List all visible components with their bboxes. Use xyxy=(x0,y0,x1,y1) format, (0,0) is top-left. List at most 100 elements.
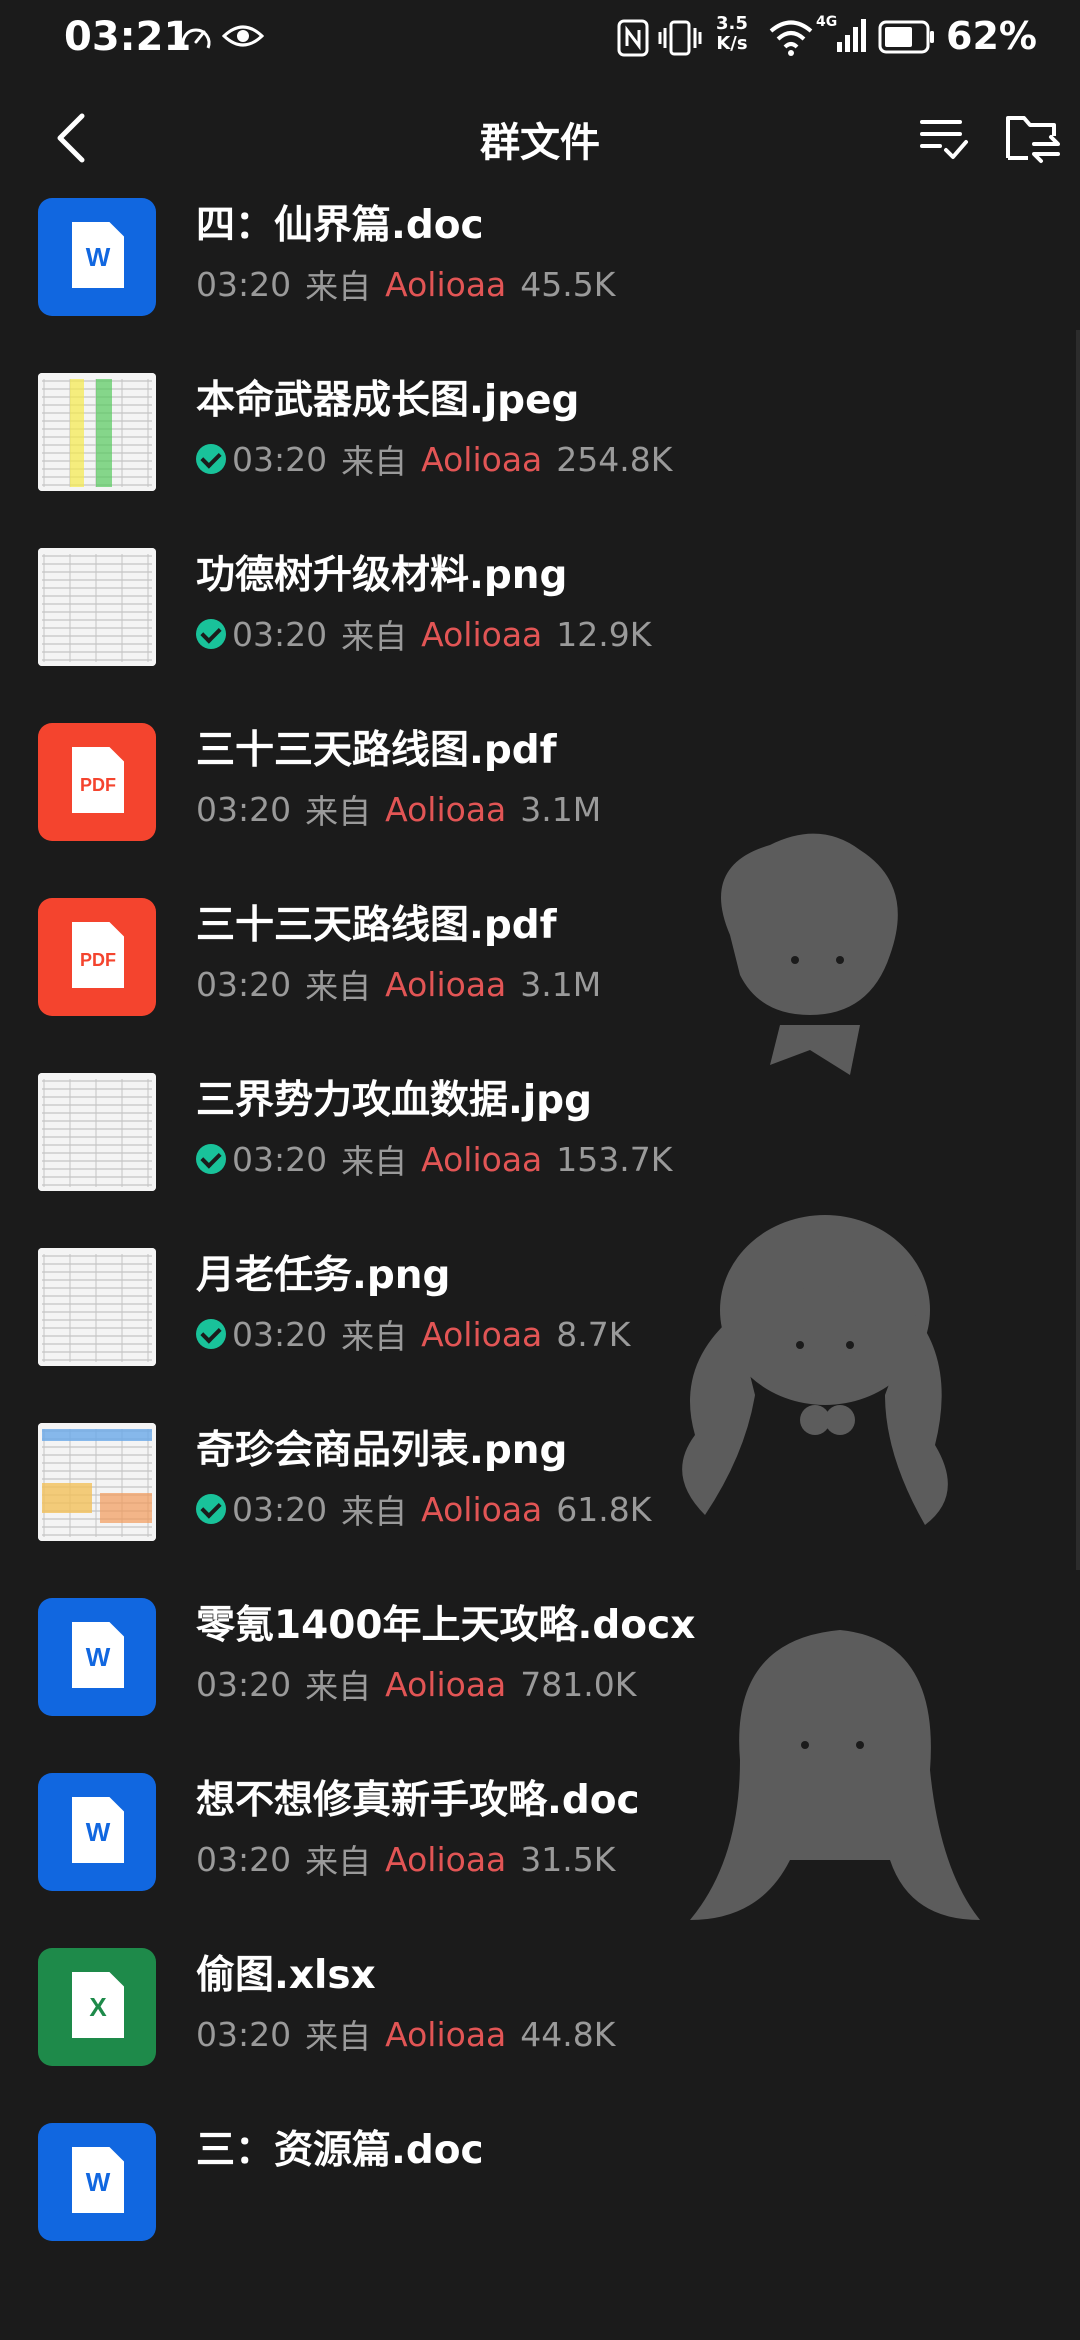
image-thumbnail xyxy=(38,373,156,491)
from-label: 来自 xyxy=(305,1667,372,1706)
file-meta: 03:20 来自 Aolioaa 45.5K xyxy=(196,260,615,308)
from-label: 来自 xyxy=(305,2017,372,2056)
upload-time: 03:20 xyxy=(196,1839,292,1879)
from-label: 来自 xyxy=(305,967,372,1006)
upload-time: 03:20 xyxy=(196,789,292,829)
eye-icon xyxy=(222,25,264,47)
upload-time: 03:20 xyxy=(232,614,328,654)
sender-name[interactable]: Aolioaa xyxy=(421,615,542,654)
file-size: 781.0K xyxy=(520,1664,637,1704)
battery-percent: 62% xyxy=(946,14,1037,58)
doc-file-icon: W xyxy=(38,1773,156,1891)
file-name: 本命武器成长图.jpeg xyxy=(196,378,580,423)
sender-name[interactable]: Aolioaa xyxy=(421,1490,542,1529)
file-type-label: PDF xyxy=(80,775,116,795)
sender-name[interactable]: Aolioaa xyxy=(385,1840,506,1879)
status-bar: 03:21 3.5 K/s 4G 62% xyxy=(0,0,1080,80)
file-row[interactable]: PDF 三十三天路线图.pdf 03:20 来自 Aolioaa 3.1M xyxy=(0,898,1080,1073)
pdf-file-icon: PDF xyxy=(38,898,156,1016)
image-thumbnail xyxy=(38,1073,156,1191)
upload-time: 03:20 xyxy=(232,1139,328,1179)
nfc-icon xyxy=(617,19,649,57)
file-row[interactable]: PDF 三十三天路线图.pdf 03:20 来自 Aolioaa 3.1M xyxy=(0,723,1080,898)
file-meta: 03:20 来自 Aolioaa 31.5K xyxy=(196,1835,615,1883)
network-speed-value: 3.5 xyxy=(716,13,748,34)
file-type-label: W xyxy=(85,1642,111,1672)
sort-list-icon xyxy=(920,120,968,159)
file-name: 零氪1400年上天攻略.docx xyxy=(196,1603,696,1648)
image-thumbnail xyxy=(38,548,156,666)
file-row[interactable]: X 偷图.xlsx 03:20 来自 Aolioaa 44.8K xyxy=(0,1948,1080,2123)
sender-name[interactable]: Aolioaa xyxy=(385,790,506,829)
from-label: 来自 xyxy=(305,267,372,306)
girl-doodle-illustration xyxy=(682,1215,948,1525)
sender-name[interactable]: Aolioaa xyxy=(421,1315,542,1354)
file-row[interactable]: W 四：仙界篇.doc 03:20 来自 Aolioaa 45.5K xyxy=(0,198,1080,373)
file-size: 44.8K xyxy=(520,2014,616,2054)
file-meta: 03:20 来自 Aolioaa 153.7K xyxy=(196,1135,672,1183)
from-label: 来自 xyxy=(341,442,408,481)
file-name: 三界势力攻血数据.jpg xyxy=(196,1078,593,1123)
xls-file-icon: X xyxy=(38,1948,156,2066)
upload-time: 03:20 xyxy=(196,2014,292,2054)
network-speed-unit: K/s xyxy=(716,33,748,54)
file-size: 45.5K xyxy=(520,264,616,304)
from-label: 来自 xyxy=(305,792,372,831)
sender-name[interactable]: Aolioaa xyxy=(385,2015,506,2054)
file-type-label: W xyxy=(85,242,111,272)
file-size: 153.7K xyxy=(556,1139,673,1179)
file-size: 8.7K xyxy=(556,1314,631,1354)
sender-name[interactable]: Aolioaa xyxy=(385,1665,506,1704)
file-name: 四：仙界篇.doc xyxy=(196,203,484,248)
network-speed: 3.5 K/s xyxy=(716,14,748,54)
file-row[interactable]: W 三：资源篇.doc xyxy=(0,2123,1080,2298)
file-type-label: X xyxy=(89,1992,107,2022)
file-name: 想不想修真新手攻略.doc xyxy=(196,1778,640,1823)
upload-time: 03:20 xyxy=(196,1664,292,1704)
file-meta: 03:20 来自 Aolioaa 8.7K xyxy=(196,1310,630,1358)
scrollbar[interactable] xyxy=(1076,330,1080,1570)
file-type-label: PDF xyxy=(80,950,116,970)
file-meta: 03:20 来自 Aolioaa 61.8K xyxy=(196,1485,651,1533)
file-meta: 03:20 来自 Aolioaa 3.1M xyxy=(196,785,601,833)
status-time: 03:21 xyxy=(64,14,192,60)
wifi-icon xyxy=(769,20,813,56)
sender-name[interactable]: Aolioaa xyxy=(385,265,506,304)
pdf-file-icon: PDF xyxy=(38,723,156,841)
file-name: 奇珍会商品列表.png xyxy=(196,1428,568,1473)
file-size: 61.8K xyxy=(556,1489,652,1529)
file-size: 31.5K xyxy=(520,1839,616,1879)
file-name: 偷图.xlsx xyxy=(196,1953,376,1998)
app-header: 群文件 xyxy=(0,80,1080,196)
file-size: 12.9K xyxy=(556,614,652,654)
long-hair-girl-doodle-illustration xyxy=(690,1630,980,1920)
from-label: 来自 xyxy=(305,1842,372,1881)
upload-time: 03:20 xyxy=(232,1314,328,1354)
downloaded-check-icon xyxy=(196,1144,226,1174)
file-meta: 03:20 来自 Aolioaa 12.9K xyxy=(196,610,651,658)
sender-name[interactable]: Aolioaa xyxy=(385,965,506,1004)
file-row[interactable]: 功德树升级材料.png 03:20 来自 Aolioaa 12.9K xyxy=(0,548,1080,723)
upload-time: 03:20 xyxy=(196,264,292,304)
sender-name[interactable]: Aolioaa xyxy=(421,1140,542,1179)
file-meta: 03:20 来自 Aolioaa 3.1M xyxy=(196,960,601,1008)
file-size: 3.1M xyxy=(520,964,602,1004)
doc-file-icon: W xyxy=(38,198,156,316)
downloaded-check-icon xyxy=(196,1494,226,1524)
folder-switch-button[interactable] xyxy=(1002,108,1062,168)
file-type-label: W xyxy=(85,2167,111,2197)
file-meta: 03:20 来自 Aolioaa 44.8K xyxy=(196,2010,615,2058)
file-size: 3.1M xyxy=(520,789,602,829)
sender-name[interactable]: Aolioaa xyxy=(421,440,542,479)
file-name: 三十三天路线图.pdf xyxy=(196,728,557,773)
file-name: 功德树升级材料.png xyxy=(196,553,568,598)
from-label: 来自 xyxy=(341,617,408,656)
vibrate-icon xyxy=(658,20,702,56)
file-meta: 03:20 来自 Aolioaa 781.0K xyxy=(196,1660,636,1708)
file-row[interactable]: 本命武器成长图.jpeg 03:20 来自 Aolioaa 254.8K xyxy=(0,373,1080,548)
file-size: 254.8K xyxy=(556,439,673,479)
sort-button[interactable] xyxy=(918,110,970,166)
from-label: 来自 xyxy=(341,1317,408,1356)
doc-file-icon: W xyxy=(38,1598,156,1716)
file-meta: 03:20 来自 Aolioaa 254.8K xyxy=(196,435,672,483)
